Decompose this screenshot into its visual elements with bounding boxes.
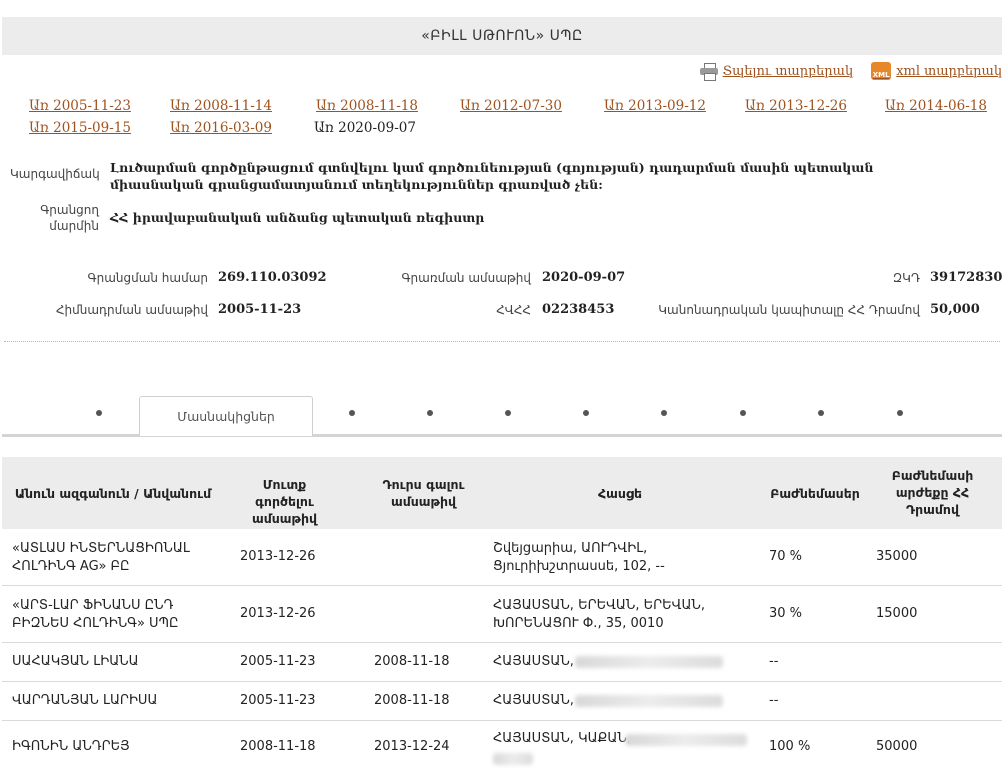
share-value: 50000 <box>876 739 918 754</box>
page-title: «ԲԻԼԼ ՍԹՈՒՈՆ» ՍՊԸ <box>2 17 1002 55</box>
version-date-link[interactable]: Առ 2016-03-09 <box>170 120 272 136</box>
reg-date-value: 2020-09-07 <box>542 270 626 285</box>
exit-date: 2008-11-18 <box>374 654 450 669</box>
entry-date: 2013-12-26 <box>240 549 316 564</box>
current-version-date: Առ 2020-09-07 <box>314 120 416 136</box>
share-percent: 100 % <box>769 739 811 754</box>
print-version-link[interactable]: Տպելու տարբերակ <box>699 63 854 81</box>
tab-inactive-dot[interactable] <box>427 410 433 416</box>
col-header-share-value: Բաժնեմասի արժեքը ՀՀ Դրամով <box>891 468 974 517</box>
address: ՀԱՅԱՍՏԱՆ, ԵՐԵՎԱՆ, ԵՐԵՎԱՆ, ԽՈՐԵՆԱՑՈՒ Փ., … <box>493 598 706 631</box>
entry-date: 2013-12-26 <box>240 606 316 621</box>
redacted-address <box>575 695 723 707</box>
zkd-value: 39172830 <box>930 270 1003 285</box>
capital-value: 50,000 <box>930 302 980 317</box>
printer-icon <box>699 63 718 81</box>
version-date-link[interactable]: Առ 2008-11-14 <box>170 98 272 114</box>
tab-inactive-dot[interactable] <box>661 410 667 416</box>
version-date-link[interactable]: Առ 2012-07-30 <box>460 98 562 114</box>
founding-date-label: Հիմնադրման ամսաթիվ <box>55 303 208 317</box>
share-percent: 30 % <box>769 606 803 621</box>
export-links: Տպելու տարբերակ XML xml տարբերակ <box>699 62 1002 81</box>
tab-inactive-dot[interactable] <box>349 410 355 416</box>
status-value: Լուծարման գործընթացում գտնվելու կամ գործ… <box>110 160 874 192</box>
tab-inactive-dot[interactable] <box>818 410 824 416</box>
entry-date: 2005-11-23 <box>240 693 316 708</box>
share-percent: 70 % <box>769 549 803 564</box>
row-divider <box>2 681 1002 682</box>
address: ՀԱՅԱՍՏԱՆ, <box>493 654 574 669</box>
participant-name: ՎԱՐԴԱՆՅԱՆ ԼԱՐԻՍԱ <box>12 693 158 708</box>
xml-file-icon: XML <box>871 62 892 80</box>
participant-name: «ԱՏԼԱՍ ԻՆՏԵՐՆԱՑԻՈՆԱԼ ՀՈԼԴԻՆԳ AG» ԲԸ <box>12 541 190 574</box>
status-label: Կարգավիճակ <box>10 167 100 181</box>
tin-value: 02238453 <box>542 302 615 317</box>
registrar-label: Գրանցող մարմին <box>40 203 99 233</box>
tin-label: ՀՎՀՀ <box>496 303 531 317</box>
reg-number-value: 269.110.03092 <box>218 270 327 285</box>
redacted-address <box>493 753 533 765</box>
founding-date-value: 2005-11-23 <box>218 302 302 317</box>
row-divider <box>2 642 1002 643</box>
address: Շվեյցարիա, ԱՈՒԴՎԻԼ, Ցյուրիխշտրասսե, 102,… <box>493 541 665 574</box>
version-date-link[interactable]: Առ 2013-12-26 <box>745 98 847 114</box>
participant-name: ՍԱՀԱԿՅԱՆ ԼԻԱՆԱ <box>12 654 139 669</box>
col-header-name: Անուն ազգանուն / Անվանում <box>14 486 212 501</box>
row-divider <box>2 720 1002 721</box>
tab-inactive-dot[interactable] <box>505 410 511 416</box>
col-header-address: Հասցե <box>598 486 642 501</box>
xml-version-label: xml տարբերակ <box>896 63 1002 79</box>
exit-date: 2013-12-24 <box>374 739 450 754</box>
participant-name: ԻԳՈՆԻՆ ԱՆԴՐԵՅ <box>12 739 130 754</box>
participant-name: «ԱՐՏ-ԼԱՐ ՖԻՆԱՆՍ ԸՆԴ ԲԻԶՆԵՍ ՀՈԼԴԻՆԳ» ՍՊԸ <box>12 598 179 631</box>
row-divider <box>2 585 1002 586</box>
col-header-exit-date: Դուրս գալու ամսաթիվ <box>382 477 465 509</box>
tab-inactive-dot[interactable] <box>740 410 746 416</box>
col-header-entry-date: Մուտք գործելու ամսաթիվ <box>251 477 318 526</box>
tab-participants[interactable]: Մասնակիցներ <box>139 396 313 436</box>
reg-number-label: Գրանցման համար <box>87 271 208 285</box>
print-version-label: Տպելու տարբերակ <box>722 63 854 79</box>
reg-date-label: Գրառման ամսաթիվ <box>401 271 532 285</box>
version-date-link[interactable]: Առ 2014-06-18 <box>885 98 987 114</box>
address: ՀԱՅԱՍՏԱՆ, ԿԱՔԱՆ, <box>493 731 631 746</box>
section-divider <box>4 341 1000 342</box>
share-percent: -- <box>769 693 779 708</box>
share-value: 35000 <box>876 549 918 564</box>
version-date-link[interactable]: Առ 2005-11-23 <box>29 98 131 114</box>
entry-date: 2005-11-23 <box>240 654 316 669</box>
redacted-address <box>625 734 747 746</box>
exit-date: 2008-11-18 <box>374 693 450 708</box>
share-value: 15000 <box>876 606 918 621</box>
redacted-address <box>575 656 723 668</box>
tab-inactive-dot[interactable] <box>583 410 589 416</box>
share-percent: -- <box>769 654 779 669</box>
xml-version-link[interactable]: XML xml տարբերակ <box>871 62 1002 80</box>
capital-label: Կանոնադրական կապիտալը ՀՀ Դրամով <box>658 303 920 317</box>
version-date-link[interactable]: Առ 2008-11-18 <box>316 98 418 114</box>
version-date-link[interactable]: Առ 2013-09-12 <box>604 98 706 114</box>
tab-inactive-dot[interactable] <box>96 410 102 416</box>
address: ՀԱՅԱՍՏԱՆ, <box>493 693 574 708</box>
version-date-link[interactable]: Առ 2015-09-15 <box>29 120 131 136</box>
zkd-label: ԶԿԴ <box>892 271 920 285</box>
tab-inactive-dot[interactable] <box>897 410 903 416</box>
entry-date: 2008-11-18 <box>240 739 316 754</box>
registrar-value: ՀՀ իրավաբանական անձանց պետական ռեգիստր <box>110 210 485 225</box>
col-header-shares: Բաժնեմասեր <box>770 486 860 501</box>
